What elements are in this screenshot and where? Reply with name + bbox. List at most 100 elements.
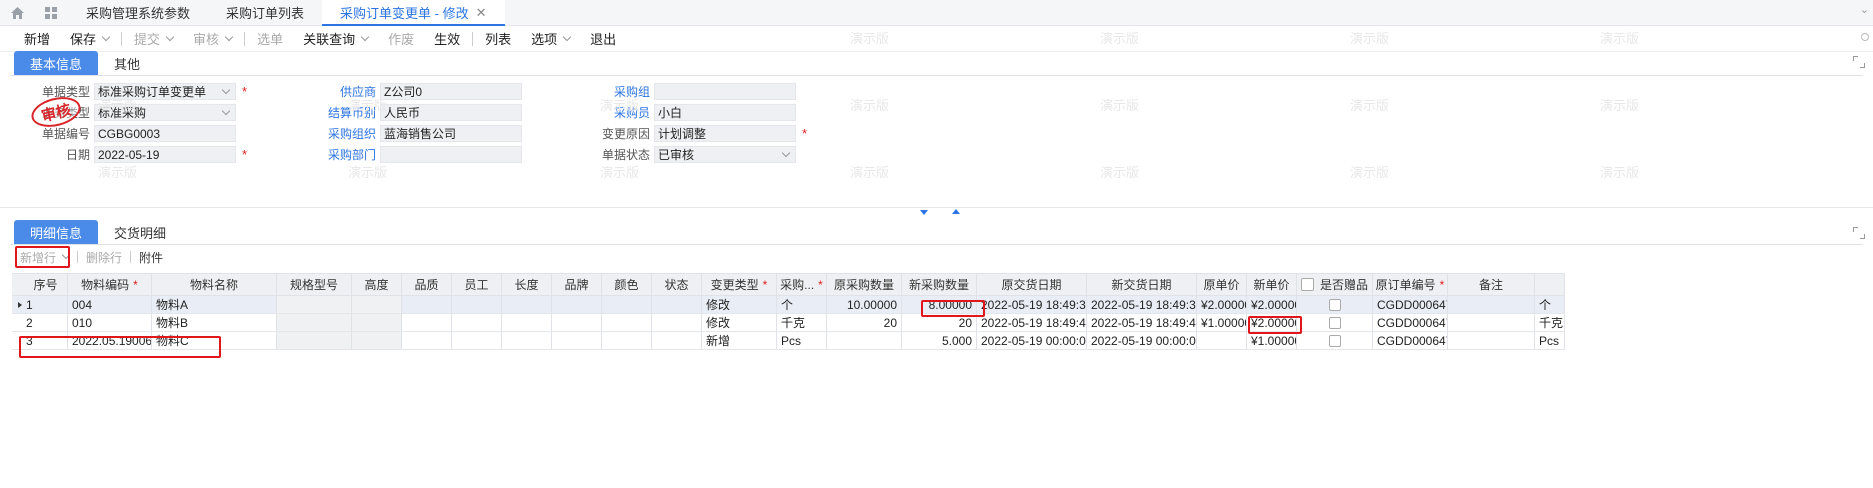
close-icon[interactable]: ✕ bbox=[476, 5, 487, 21]
cell-orig-order-no[interactable]: CGDD000647 bbox=[1373, 314, 1448, 331]
cell-purchase-unit[interactable]: 千克 bbox=[777, 314, 827, 331]
cell-brand[interactable] bbox=[552, 296, 602, 313]
cell-new-qty[interactable]: 20 bbox=[902, 314, 977, 331]
tab-purchase-params[interactable]: 采购管理系统参数 bbox=[68, 0, 208, 25]
cell-color[interactable] bbox=[602, 296, 652, 313]
cell-change-type[interactable]: 修改 bbox=[702, 296, 777, 313]
table-row[interactable]: 3 2022.05.19006 物料C 新增 Pcs 5.000 2022-05-19 00… bbox=[12, 332, 1565, 350]
cell-quality[interactable] bbox=[402, 296, 452, 313]
settings-icon[interactable] bbox=[1861, 33, 1869, 41]
column-header-material-code[interactable]: 物料编码 * bbox=[68, 274, 152, 295]
related-query-button[interactable]: 关联查询 bbox=[293, 29, 378, 48]
cell-change-type[interactable]: 修改 bbox=[702, 314, 777, 331]
column-header-employee[interactable]: 员工 bbox=[452, 274, 502, 295]
cell-quality[interactable] bbox=[402, 332, 452, 349]
table-row[interactable]: 1 004 物料A 修改个 10.00000 8.00000 2022-05-19 18:4… bbox=[12, 296, 1565, 314]
column-header-material-name[interactable]: 物料名称 bbox=[152, 274, 277, 295]
select-all-checkbox[interactable] bbox=[1301, 278, 1314, 291]
column-header-orig-price[interactable]: 原单价 bbox=[1197, 274, 1247, 295]
biz-type-select[interactable]: 标准采购 bbox=[94, 104, 236, 121]
tab-other[interactable]: 其他 bbox=[98, 51, 156, 76]
purchase-dept-field[interactable] bbox=[380, 146, 522, 163]
list-button[interactable]: 列表 bbox=[475, 29, 521, 48]
cell-material-code[interactable]: 2022.05.19006 bbox=[68, 332, 152, 349]
column-header-new-price[interactable]: 新单价 bbox=[1247, 274, 1297, 295]
cell-orig-price[interactable]: ¥1.00000 bbox=[1197, 314, 1247, 331]
cell-height[interactable] bbox=[352, 314, 402, 331]
tab-purchase-order-list[interactable]: 采购订单列表 bbox=[208, 0, 322, 25]
column-header-orig-qty[interactable]: 原采购数量 bbox=[827, 274, 902, 295]
attachment-button[interactable]: 附件 bbox=[133, 249, 169, 266]
column-header-spec-model[interactable]: 规格型号 bbox=[277, 274, 352, 295]
cell-new-delivery-date[interactable]: 2022-05-19 00:00:00 bbox=[1087, 332, 1197, 349]
column-header-height[interactable]: 高度 bbox=[352, 274, 402, 295]
cell-is-gift[interactable] bbox=[1297, 296, 1373, 313]
cell-new-price[interactable]: ¥2.00000 bbox=[1247, 314, 1297, 331]
activate-button[interactable]: 生效 bbox=[424, 29, 470, 48]
cell-is-gift[interactable] bbox=[1297, 314, 1373, 331]
purchase-group-field[interactable] bbox=[654, 83, 796, 100]
void-button[interactable]: 作废 bbox=[378, 29, 424, 48]
cell-new-delivery-date[interactable]: 2022-05-19 18:49:37 bbox=[1087, 296, 1197, 313]
grid-menu-icon[interactable] bbox=[34, 0, 68, 25]
cell-material-code[interactable]: 004 bbox=[68, 296, 152, 313]
column-header-orig-order-no[interactable]: 原订单编号 * bbox=[1373, 274, 1448, 295]
column-header-purchase-unit[interactable]: 采购... * bbox=[777, 274, 827, 295]
cell-length[interactable] bbox=[502, 296, 552, 313]
expand-icon[interactable] bbox=[1853, 56, 1865, 68]
splitter[interactable] bbox=[0, 207, 1873, 208]
tab-po-change-edit[interactable]: 采购订单变更单 - 修改 ✕ bbox=[322, 0, 505, 26]
cell-new-price[interactable]: ¥1.00000 bbox=[1247, 332, 1297, 349]
column-header-new-delivery-date[interactable]: 新交货日期 bbox=[1087, 274, 1197, 295]
cell-brand[interactable] bbox=[552, 314, 602, 331]
cell-color[interactable] bbox=[602, 332, 652, 349]
delete-row-button[interactable]: 删除行 bbox=[80, 249, 128, 266]
cell-status[interactable] bbox=[652, 332, 702, 349]
cell-remark[interactable] bbox=[1448, 332, 1535, 349]
buyer-field[interactable]: 小白 bbox=[654, 104, 796, 121]
cell-material-name[interactable]: 物料B bbox=[152, 314, 277, 331]
supplier-field[interactable]: Z公司0 bbox=[380, 83, 522, 100]
cell-spec-model[interactable] bbox=[277, 296, 352, 313]
cell-employee[interactable] bbox=[452, 314, 502, 331]
cell-length[interactable] bbox=[502, 314, 552, 331]
audit-button[interactable]: 审核 bbox=[183, 29, 242, 48]
cell-remark[interactable] bbox=[1448, 314, 1535, 331]
cell-new-delivery-date[interactable]: 2022-05-19 18:49:47 bbox=[1087, 314, 1197, 331]
cell-extra[interactable]: Pcs bbox=[1535, 332, 1565, 349]
cell-change-type[interactable]: 新增 bbox=[702, 332, 777, 349]
column-header-seq[interactable]: 序号 bbox=[12, 274, 68, 295]
cell-extra[interactable]: 个 bbox=[1535, 296, 1565, 313]
save-button[interactable]: 保存 bbox=[60, 29, 119, 48]
cell-seq[interactable]: 3 bbox=[12, 332, 68, 349]
cell-new-qty[interactable]: 5.000 bbox=[902, 332, 977, 349]
date-field[interactable]: 2022-05-19 bbox=[94, 146, 236, 163]
purchase-org-field[interactable]: 蓝海销售公司 bbox=[380, 125, 522, 142]
column-header-new-qty[interactable]: 新采购数量 bbox=[902, 274, 977, 295]
cell-orig-qty[interactable]: 10.00000 bbox=[827, 296, 902, 313]
collapse-down-icon[interactable] bbox=[920, 210, 928, 215]
doc-status-select[interactable]: 已审核 bbox=[654, 146, 796, 163]
cell-orig-qty[interactable] bbox=[827, 332, 902, 349]
cell-length[interactable] bbox=[502, 332, 552, 349]
cell-orig-delivery-date[interactable]: 2022-05-19 18:49:37 bbox=[977, 296, 1087, 313]
column-header-color[interactable]: 颜色 bbox=[602, 274, 652, 295]
options-button[interactable]: 选项 bbox=[521, 29, 580, 48]
gift-checkbox[interactable] bbox=[1328, 334, 1341, 347]
add-row-button[interactable]: 新增行 bbox=[14, 249, 75, 266]
cell-quality[interactable] bbox=[402, 314, 452, 331]
tab-detail-info[interactable]: 明细信息 bbox=[14, 220, 99, 245]
cell-material-name[interactable]: 物料A bbox=[152, 296, 277, 313]
gift-checkbox[interactable] bbox=[1328, 298, 1341, 311]
cell-material-name[interactable]: 物料C bbox=[152, 332, 277, 349]
cell-brand[interactable] bbox=[552, 332, 602, 349]
column-header-length[interactable]: 长度 bbox=[502, 274, 552, 295]
table-row[interactable]: 2 010 物料B 修改 千克 20 20 2022-05-19 18:49:47 2022-0… bbox=[12, 314, 1565, 332]
column-header-remark[interactable]: 备注 bbox=[1448, 274, 1535, 295]
cell-spec-model[interactable] bbox=[277, 314, 352, 331]
expand-icon[interactable] bbox=[1853, 227, 1865, 239]
cell-orig-delivery-date[interactable]: 2022-05-19 18:49:47 bbox=[977, 314, 1087, 331]
tab-delivery-detail[interactable]: 交货明细 bbox=[98, 220, 182, 245]
cell-orig-delivery-date[interactable]: 2022-05-19 00:00:00 bbox=[977, 332, 1087, 349]
cell-status[interactable] bbox=[652, 296, 702, 313]
